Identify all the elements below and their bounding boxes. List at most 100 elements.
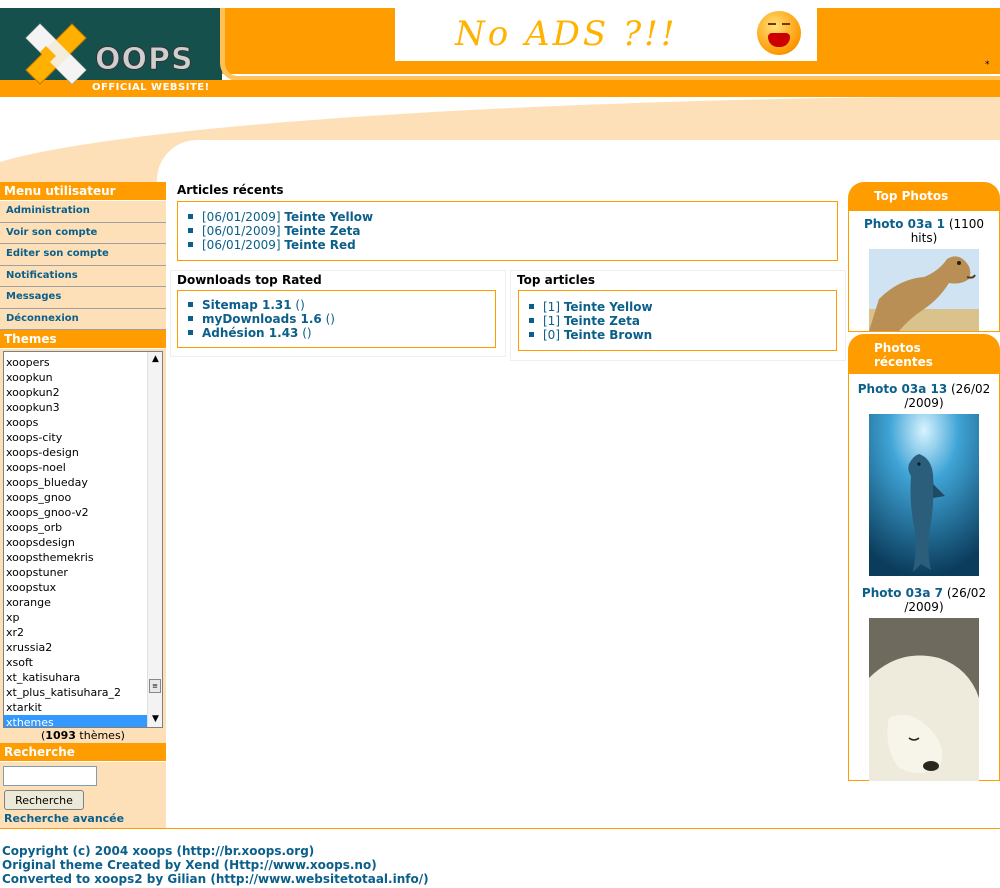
recent-photos-block: Photo 03a 13 (26/02/2009) Photo 03a 7 (2… (848, 374, 1000, 781)
recent-photo-caption-2: Photo 03a 7 (26/02/2009) (861, 586, 987, 614)
menu-item-notifications[interactable]: Notifications (0, 266, 166, 287)
theme-option[interactable]: xrussia2 (4, 640, 162, 655)
square-bullet-icon (188, 302, 193, 307)
shocked-smiley-icon (757, 11, 801, 55)
top-photos-title: Top Photos (874, 189, 949, 203)
dolphin-photo-icon[interactable] (869, 414, 979, 576)
user-menu: Administration Voir son compte Editer so… (0, 201, 166, 330)
menu-item-edit-account[interactable]: Editer son compte (0, 244, 166, 266)
downloads-title: Downloads top Rated (177, 273, 322, 287)
theme-option[interactable]: xoopsthemekris (4, 550, 162, 565)
top-articles-box: [1] Teinte Yellow [1] Teinte Zeta [0] Tein… (518, 290, 837, 351)
advanced-search-link[interactable]: Recherche avancée (0, 812, 166, 825)
square-bullet-icon (529, 332, 534, 337)
themes-listbox[interactable]: xoopers xoopkun xoopkun2 xoopkun3 xoops xoops… (3, 351, 163, 728)
xoops-x-logo-icon[interactable] (16, 16, 96, 96)
theme-option[interactable]: xr2 (4, 625, 162, 640)
search-input[interactable] (3, 766, 97, 786)
square-bullet-icon (529, 318, 534, 323)
top-article-row[interactable]: [0] Teinte Brown (529, 328, 836, 342)
logo-wordmark[interactable]: OOPS (95, 42, 194, 78)
theme-option[interactable]: xoops_orb (4, 520, 162, 535)
theme-option[interactable]: xoopsdesign (4, 535, 162, 550)
top-article-row-title[interactable]: Teinte Brown (564, 328, 652, 342)
download-row-title[interactable]: Adhésion 1.43 (202, 326, 298, 340)
top-articles-title: Top articles (517, 273, 595, 287)
themes-title: Themes (0, 330, 166, 349)
top-article-row-title[interactable]: Teinte Yellow (564, 300, 653, 314)
recent-articles-box: [06/01/2009] Teinte Yellow [06/01/2009] T… (177, 201, 838, 261)
theme-option[interactable]: xorange (4, 595, 162, 610)
theme-option[interactable]: xoopstuner (4, 565, 162, 580)
theme-option[interactable]: xoops-city (4, 430, 162, 445)
theme-option[interactable]: xp (4, 610, 162, 625)
footer-theme-credit[interactable]: Original theme Created by Xend (Http://w… (0, 858, 1000, 872)
recent-photos-title: Photos récentes (874, 341, 933, 369)
theme-option[interactable]: xthemes (4, 715, 162, 727)
top-photos-block: Photo 03a 1 (1100 hits) (848, 211, 1000, 332)
top-photo-caption: Photo 03a 1 (1100 hits) (863, 217, 985, 245)
theme-option[interactable]: xoopers (4, 355, 162, 370)
scroll-up-arrow-icon[interactable]: ▲ (148, 352, 162, 367)
polar-bear-photo-icon[interactable] (869, 618, 979, 781)
ad-banner-text: No ADS ?!! (455, 14, 678, 54)
recent-photo-link-2[interactable]: Photo 03a 7 (862, 586, 943, 600)
theme-option[interactable]: xoops-noel (4, 460, 162, 475)
scroll-thumb[interactable]: ≡ (149, 679, 161, 693)
recent-photos-tab: Photos récentes (848, 334, 1000, 374)
themes-options[interactable]: xoopers xoopkun xoopkun2 xoopkun3 xoops xoops… (4, 352, 162, 727)
user-menu-title: Menu utilisateur (0, 182, 166, 201)
theme-option[interactable]: xt_plus_katisuhara_2 (4, 685, 162, 700)
menu-item-logout[interactable]: Déconnexion (0, 309, 166, 330)
menu-item-view-account[interactable]: Voir son compte (0, 223, 166, 244)
recent-article-row-title[interactable]: Teinte Yellow (284, 210, 373, 224)
theme-option[interactable]: xoops_gnoo (4, 490, 162, 505)
theme-option[interactable]: xtarkit (4, 700, 162, 715)
recent-photo-link-1[interactable]: Photo 03a 13 (858, 382, 947, 396)
search-button[interactable]: Recherche (4, 790, 84, 810)
recent-articles-list: [06/01/2009] Teinte Yellow [06/01/2009] T… (178, 202, 837, 252)
recent-photo-caption-1: Photo 03a 13 (26/02/2009) (857, 382, 991, 410)
theme-option[interactable]: xoops (4, 415, 162, 430)
ad-banner[interactable]: No ADS ?!! (395, 8, 817, 61)
theme-option[interactable]: xoopkun3 (4, 400, 162, 415)
download-row[interactable]: myDownloads 1.6 () (188, 312, 495, 326)
recent-article-row[interactable]: [06/01/2009] Teinte Red (188, 238, 837, 252)
themes-scrollbar[interactable]: ▲ ≡ ▼ (147, 352, 162, 727)
theme-option[interactable]: xoops_blueday (4, 475, 162, 490)
ad-corner-mark: * (985, 60, 990, 70)
recent-article-row[interactable]: [06/01/2009] Teinte Yellow (188, 210, 837, 224)
square-bullet-icon (188, 330, 193, 335)
footer-conversion-credit[interactable]: Converted to xoops2 by Gilian (http://ww… (0, 872, 1000, 886)
download-row[interactable]: Adhésion 1.43 () (188, 326, 495, 340)
download-row-title[interactable]: myDownloads 1.6 (202, 312, 322, 326)
theme-option[interactable]: xsoft (4, 655, 162, 670)
theme-option[interactable]: xoops-design (4, 445, 162, 460)
scroll-down-arrow-icon[interactable]: ▼ (148, 712, 162, 727)
recent-article-row-title[interactable]: Teinte Red (284, 238, 355, 252)
top-articles-list: [1] Teinte Yellow [1] Teinte Zeta [0] Tein… (519, 291, 836, 342)
menu-item-administration[interactable]: Administration (0, 201, 166, 223)
theme-option[interactable]: xoopkun (4, 370, 162, 385)
downloads-list: Sitemap 1.31 () myDownloads 1.6 () Adhésio… (178, 291, 495, 340)
theme-option[interactable]: xoopstux (4, 580, 162, 595)
recent-article-row-title[interactable]: Teinte Zeta (284, 224, 360, 238)
menu-item-messages[interactable]: Messages (0, 287, 166, 309)
top-article-row[interactable]: [1] Teinte Zeta (529, 314, 836, 328)
themes-count-number: 1093 (45, 729, 76, 742)
site-footer: Copyright (c) 2004 xoops (http://br.xoop… (0, 828, 1000, 888)
download-row-title[interactable]: Sitemap 1.31 (202, 298, 292, 312)
top-article-row[interactable]: [1] Teinte Yellow (529, 300, 836, 314)
top-article-row-title[interactable]: Teinte Zeta (564, 314, 640, 328)
themes-count: (1093 thèmes) (41, 729, 125, 742)
square-bullet-icon (188, 228, 193, 233)
download-row[interactable]: Sitemap 1.31 () (188, 298, 495, 312)
recent-article-row[interactable]: [06/01/2009] Teinte Zeta (188, 224, 837, 238)
theme-option[interactable]: xoopkun2 (4, 385, 162, 400)
square-bullet-icon (188, 214, 193, 219)
theme-option[interactable]: xt_katisuhara (4, 670, 162, 685)
top-photo-link[interactable]: Photo 03a 1 (864, 217, 945, 231)
footer-copyright[interactable]: Copyright (c) 2004 xoops (http://br.xoop… (0, 844, 1000, 858)
camel-photo-icon[interactable] (869, 249, 979, 331)
theme-option[interactable]: xoops_gnoo-v2 (4, 505, 162, 520)
